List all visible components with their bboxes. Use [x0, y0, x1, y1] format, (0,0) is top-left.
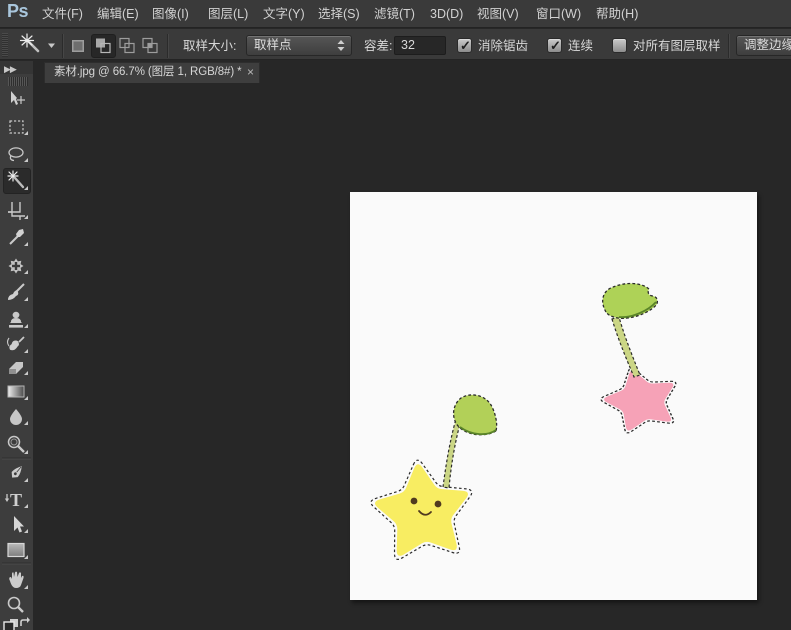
svg-text:T: T — [10, 490, 22, 510]
